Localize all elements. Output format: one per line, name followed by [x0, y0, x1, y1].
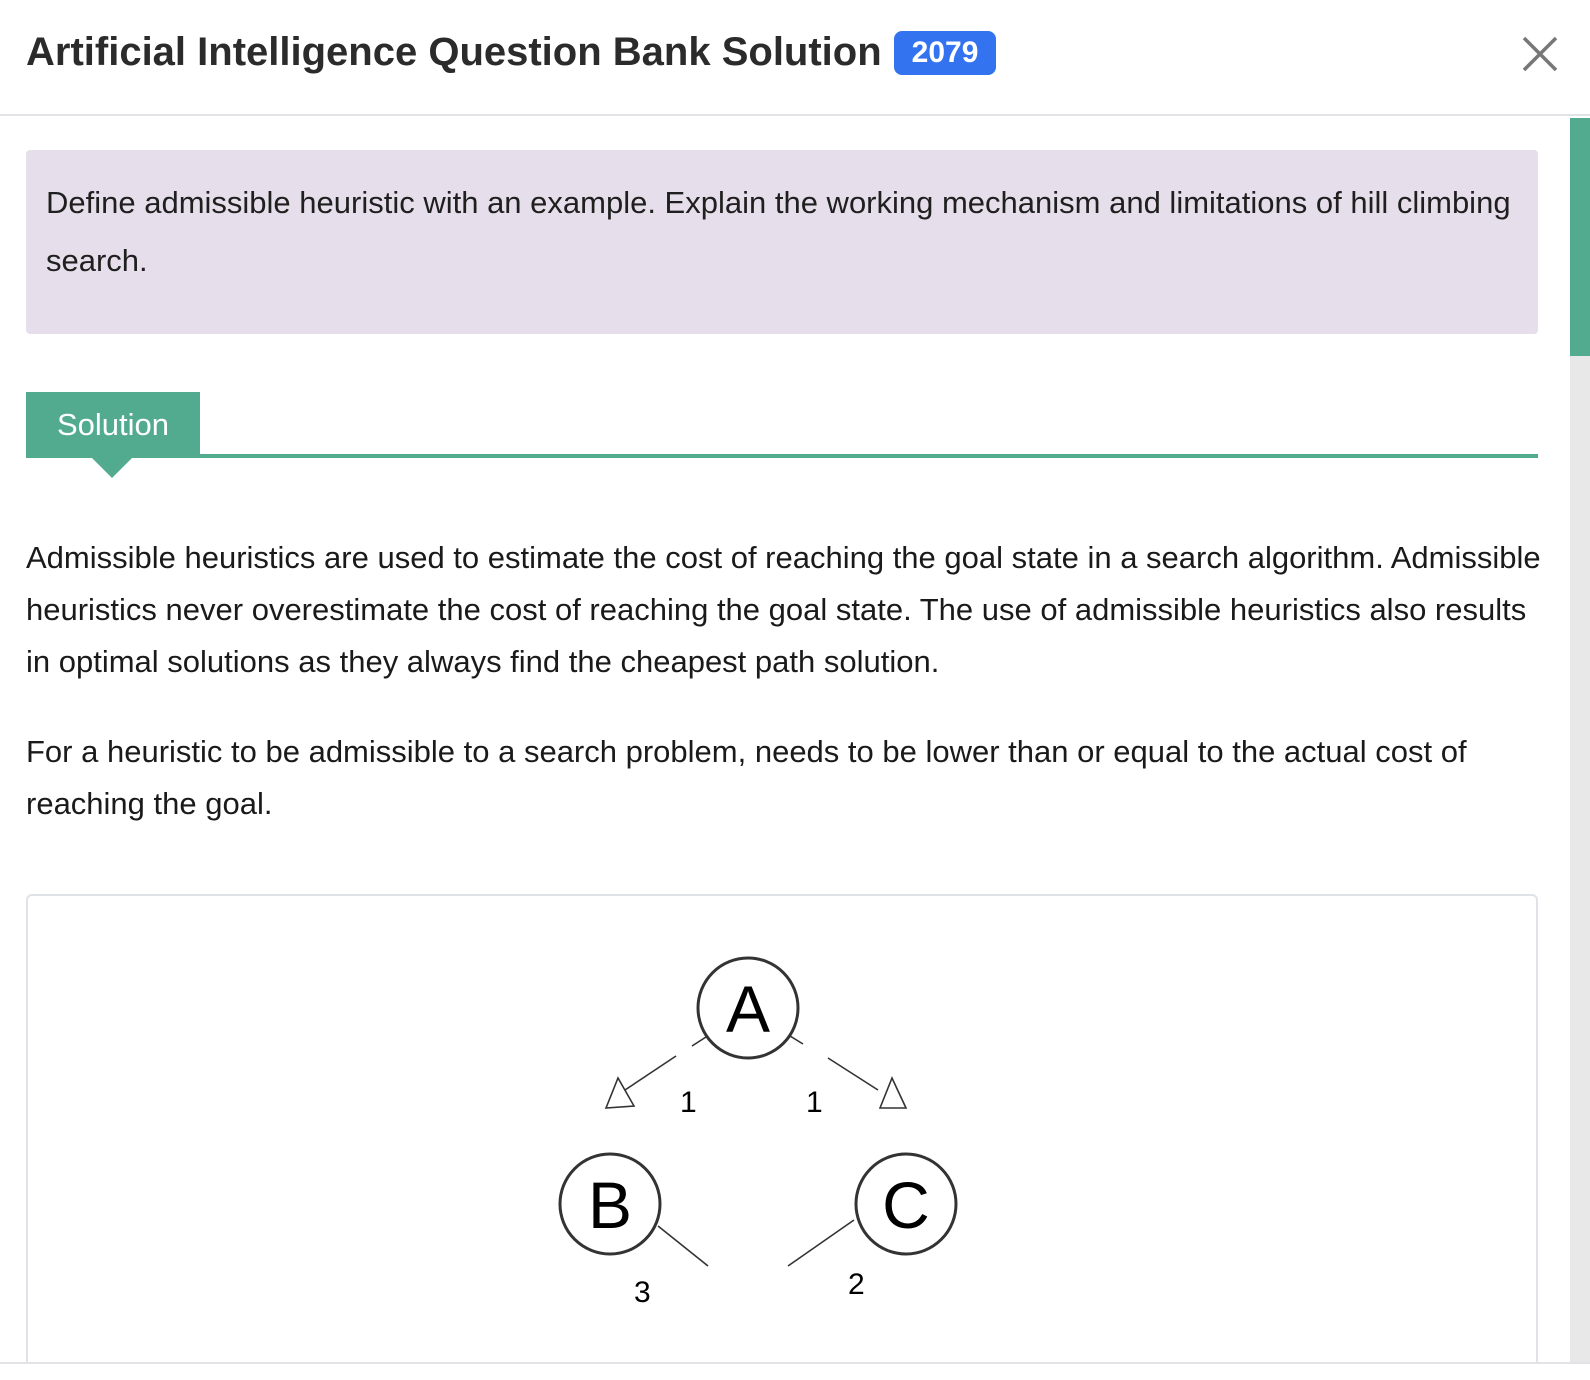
edge-label: 1: [680, 1086, 697, 1119]
search-tree-diagram: A B C 1 1 3 2: [558, 956, 958, 1309]
svg-text:B: B: [588, 1168, 632, 1242]
solution-paragraph: For a heuristic to be admissible to a se…: [26, 734, 1467, 821]
modal-header: Artificial Intelligence Question Bank So…: [0, 0, 1590, 116]
question-box: Define admissible heuristic with an exam…: [26, 150, 1538, 334]
close-icon[interactable]: [1520, 34, 1560, 74]
modal-title: Artificial Intelligence Question Bank So…: [26, 30, 997, 75]
edge-label: 1: [806, 1086, 823, 1119]
tab-bar: Solution: [26, 392, 1538, 478]
scrollbar[interactable]: [1570, 118, 1590, 1362]
edge-label: 3: [634, 1276, 651, 1309]
edge-label: 2: [848, 1268, 865, 1301]
year-badge: 2079: [893, 30, 997, 75]
diagram-node: C: [854, 1152, 958, 1256]
svg-text:A: A: [726, 972, 770, 1046]
diagram-figure: A B C 1 1 3 2: [26, 894, 1538, 1362]
solution-paragraph: Admissible heuristics are used to estima…: [26, 540, 1541, 679]
diagram-node: B: [558, 1152, 662, 1256]
title-text: Artificial Intelligence Question Bank So…: [26, 30, 882, 74]
svg-text:C: C: [882, 1168, 930, 1242]
modal-body: Define admissible heuristic with an exam…: [0, 118, 1570, 1362]
tab-solution[interactable]: Solution: [26, 392, 200, 478]
diagram-node: A: [696, 956, 800, 1060]
scrollbar-thumb[interactable]: [1570, 118, 1590, 356]
modal-footer-divider: [0, 1362, 1590, 1380]
